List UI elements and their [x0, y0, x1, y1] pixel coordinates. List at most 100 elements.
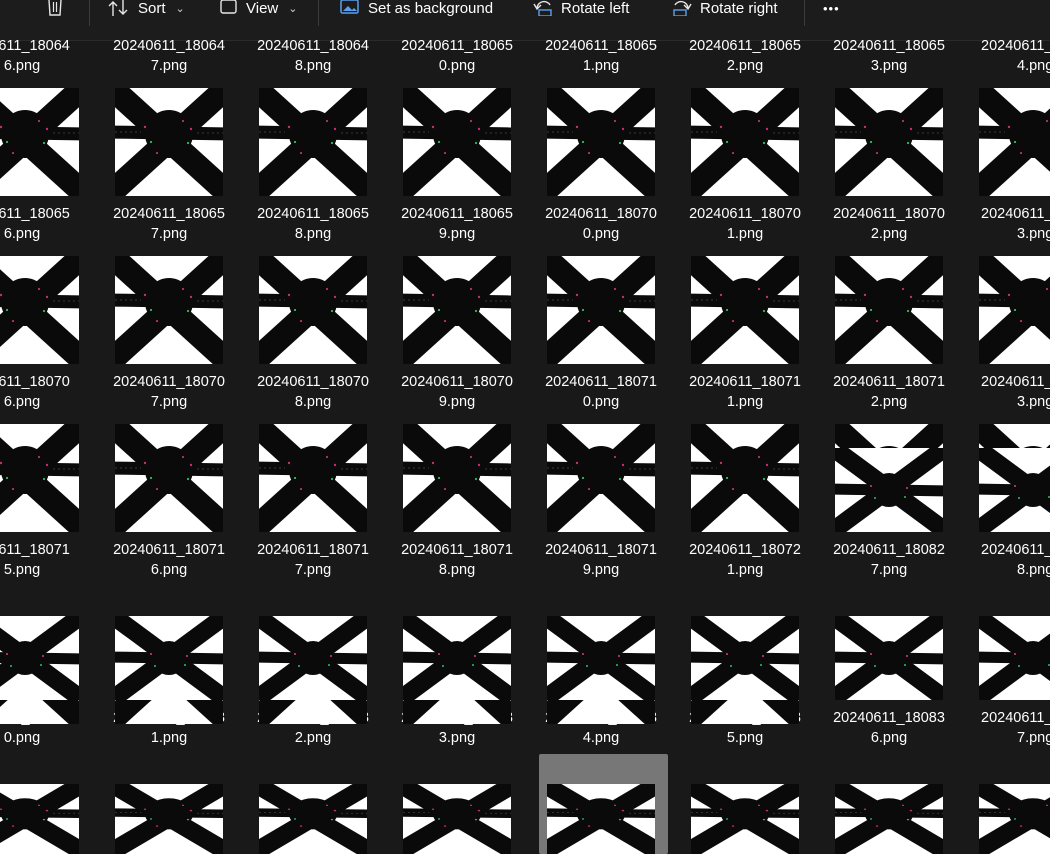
- image-thumbnail[interactable]: [259, 88, 367, 196]
- image-thumbnail[interactable]: [403, 784, 511, 854]
- file-name-line-2: 2.png: [726, 58, 764, 74]
- image-thumbnail[interactable]: [547, 616, 655, 700]
- file-name-line-1: 20240611_18065: [401, 206, 513, 222]
- file-name-line-1: 20240611_18070: [689, 206, 801, 222]
- file-name-label: 20240611_18065 3.png: [817, 36, 961, 76]
- file-name-line-2: 8.png: [1017, 562, 1050, 578]
- image-thumbnail[interactable]: [979, 88, 1050, 196]
- file-name-line-1: 20240611_18065: [689, 38, 801, 54]
- image-thumbnail[interactable]: [403, 424, 511, 532]
- file-name-label: 20240611_ 8.png: [981, 540, 1050, 580]
- file-name-label: 20240611_18065 2.png: [673, 36, 817, 76]
- image-thumbnail[interactable]: [835, 784, 943, 854]
- file-name-line-1: 20240611_: [981, 206, 1050, 222]
- file-name-line-1: 20240611_18064: [257, 38, 369, 54]
- image-thumbnail[interactable]: [691, 256, 799, 364]
- file-name-line-2: 8.png: [438, 562, 476, 578]
- file-name-label: 20240611_18070 8.png: [241, 372, 385, 412]
- file-name-line-2: 7.png: [150, 226, 188, 242]
- image-thumbnail[interactable]: [0, 256, 79, 364]
- file-name-line-1: 20240611_18070: [833, 206, 945, 222]
- image-thumbnail[interactable]: [835, 448, 943, 532]
- file-name-label: 20240611_ 7.png: [981, 708, 1050, 748]
- file-name-line-2: 3.png: [870, 58, 908, 74]
- file-name-line-2: 9.png: [438, 226, 476, 242]
- file-name-label: 20240611_18072 1.png: [673, 540, 817, 580]
- file-name-line-2: 9.png: [582, 562, 620, 578]
- file-name-line-2: 0.png: [3, 730, 41, 746]
- file-name-label: 20240611_18070 1.png: [673, 204, 817, 244]
- file-name-line-2: 7.png: [294, 562, 332, 578]
- file-name-label: 240611_18070 6.png: [0, 372, 94, 412]
- image-thumbnail[interactable]: [403, 256, 511, 364]
- file-name-line-1: 20240611_18070: [257, 374, 369, 390]
- image-thumbnail[interactable]: [259, 424, 367, 532]
- file-name-label: 20240611_18064 7.png: [97, 36, 241, 76]
- file-name-line-1: 20240611_18072: [689, 542, 801, 558]
- file-name-line-2: 1.png: [726, 394, 764, 410]
- file-name-label: 20240611_ 4.png: [981, 36, 1050, 76]
- file-name-line-2: 3.png: [438, 730, 476, 746]
- image-thumbnail[interactable]: [979, 448, 1050, 532]
- file-name-label: 20240611_18064 8.png: [241, 36, 385, 76]
- image-thumbnail[interactable]: [115, 784, 223, 854]
- file-name-line-2: 7.png: [150, 58, 188, 74]
- image-thumbnail[interactable]: [547, 256, 655, 364]
- file-name-label: 20240611_18071 0.png: [529, 372, 673, 412]
- image-thumbnail[interactable]: [979, 616, 1050, 700]
- file-name-line-1: 240611_18070: [0, 374, 70, 390]
- image-thumbnail[interactable]: [115, 88, 223, 196]
- file-name-line-1: 240611_18064: [0, 38, 70, 54]
- image-thumbnail[interactable]: [691, 88, 799, 196]
- image-thumbnail[interactable]: [0, 88, 79, 196]
- file-name-line-2: 5.png: [726, 730, 764, 746]
- image-thumbnail[interactable]: [259, 256, 367, 364]
- file-name-line-1: 240611_18065: [0, 206, 70, 222]
- file-name-line-1: 20240611_18070: [545, 206, 657, 222]
- image-thumbnail[interactable]: [115, 256, 223, 364]
- image-thumbnail[interactable]: [979, 256, 1050, 364]
- file-name-label: 20240611_18071 9.png: [529, 540, 673, 580]
- file-name-label: 240611_18065 6.png: [0, 204, 94, 244]
- image-thumbnail[interactable]: [979, 784, 1050, 854]
- file-name-line-1: 20240611_18083: [833, 710, 945, 726]
- file-name-line-1: 20240611_18071: [257, 542, 369, 558]
- image-thumbnail[interactable]: [403, 616, 511, 700]
- image-thumbnail[interactable]: [403, 88, 511, 196]
- file-name-label: 20240611_18071 2.png: [817, 372, 961, 412]
- file-name-line-2: 1.png: [582, 58, 620, 74]
- image-thumbnail[interactable]: [691, 424, 799, 532]
- file-name-line-1: 20240611_18070: [401, 374, 513, 390]
- image-thumbnail[interactable]: [259, 784, 367, 854]
- file-name-label: 20240611_18070 9.png: [385, 372, 529, 412]
- file-name-line-1: 20240611_18065: [257, 206, 369, 222]
- file-name-label: 20240611_18065 9.png: [385, 204, 529, 244]
- file-name-line-2: 1.png: [150, 730, 188, 746]
- file-name-label: 20240611_18065 1.png: [529, 36, 673, 76]
- image-thumbnail[interactable]: [0, 424, 79, 532]
- image-thumbnail[interactable]: [0, 616, 79, 700]
- image-thumbnail[interactable]: [115, 616, 223, 700]
- image-thumbnail[interactable]: [547, 424, 655, 532]
- file-name-line-2: 7.png: [870, 562, 908, 578]
- file-name-line-2: 3.png: [1017, 394, 1050, 410]
- image-thumbnail[interactable]: [547, 88, 655, 196]
- file-name-line-1: 20240611_18071: [545, 542, 657, 558]
- file-name-line-1: 20240611_18071: [401, 542, 513, 558]
- image-thumbnail[interactable]: [547, 784, 655, 854]
- image-thumbnail[interactable]: [691, 616, 799, 700]
- image-thumbnail[interactable]: [0, 784, 79, 854]
- file-name-line-2: 6.png: [870, 730, 908, 746]
- file-name-line-1: 20240611_: [981, 710, 1050, 726]
- image-thumbnail[interactable]: [835, 256, 943, 364]
- image-thumbnail[interactable]: [835, 88, 943, 196]
- file-name-line-2: 0.png: [438, 58, 476, 74]
- file-name-line-2: 8.png: [294, 226, 332, 242]
- file-name-line-2: 6.png: [3, 394, 41, 410]
- image-thumbnail[interactable]: [115, 424, 223, 532]
- file-name-line-1: 20240611_18065: [833, 38, 945, 54]
- image-thumbnail[interactable]: [259, 616, 367, 700]
- image-thumbnail[interactable]: [691, 784, 799, 854]
- file-name-line-1: 20240611_18065: [113, 206, 225, 222]
- image-thumbnail[interactable]: [835, 616, 943, 700]
